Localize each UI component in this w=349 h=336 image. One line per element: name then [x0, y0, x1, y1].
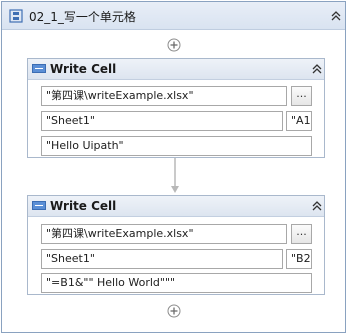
cell-value-field[interactable]: "Hello Uipath" — [41, 136, 312, 156]
workbook-path-field[interactable]: "第四课\writeExample.xlsx" — [41, 224, 287, 244]
add-activity-bottom-icon[interactable] — [167, 304, 181, 318]
activity-title: Write Cell — [50, 199, 117, 213]
sheet-name-field[interactable]: "Sheet1" — [41, 111, 283, 131]
browse-button[interactable]: ... — [291, 224, 312, 244]
activity-header[interactable]: Write Cell — [28, 196, 324, 217]
sheet-name-field[interactable]: "Sheet1" — [41, 249, 283, 269]
write-cell-icon — [32, 201, 46, 210]
workbook-path-field[interactable]: "第四课\writeExample.xlsx" — [41, 86, 287, 106]
collapse-activity-icon[interactable] — [310, 62, 324, 76]
write-cell-activity-1[interactable]: Write Cell "第四课\writeExample.xlsx" ... "… — [27, 58, 325, 158]
activity-title: Write Cell — [50, 62, 117, 76]
activity-header[interactable]: Write Cell — [28, 59, 324, 80]
write-cell-activity-2[interactable]: Write Cell "第四课\writeExample.xlsx" ... "… — [27, 195, 325, 295]
browse-button[interactable]: ... — [291, 86, 312, 106]
sequence-connector-arrow — [171, 158, 179, 193]
cell-range-field[interactable]: "B2" — [286, 249, 312, 269]
write-cell-icon — [32, 64, 46, 73]
sequence-header[interactable]: 02_1_写一个单元格 — [2, 2, 345, 30]
collapse-activity-icon[interactable] — [310, 199, 324, 213]
cell-range-field[interactable]: "A1" — [286, 111, 312, 131]
cell-value-field[interactable]: "=B1&"" Hello World""" — [41, 273, 312, 293]
sequence-container[interactable]: 02_1_写一个单元格 Write Cell "第四课\writeExample… — [1, 1, 346, 333]
sequence-icon — [9, 9, 23, 23]
add-activity-top-icon[interactable] — [167, 38, 181, 52]
sequence-title: 02_1_写一个单元格 — [29, 10, 136, 24]
collapse-sequence-icon[interactable] — [329, 9, 343, 23]
